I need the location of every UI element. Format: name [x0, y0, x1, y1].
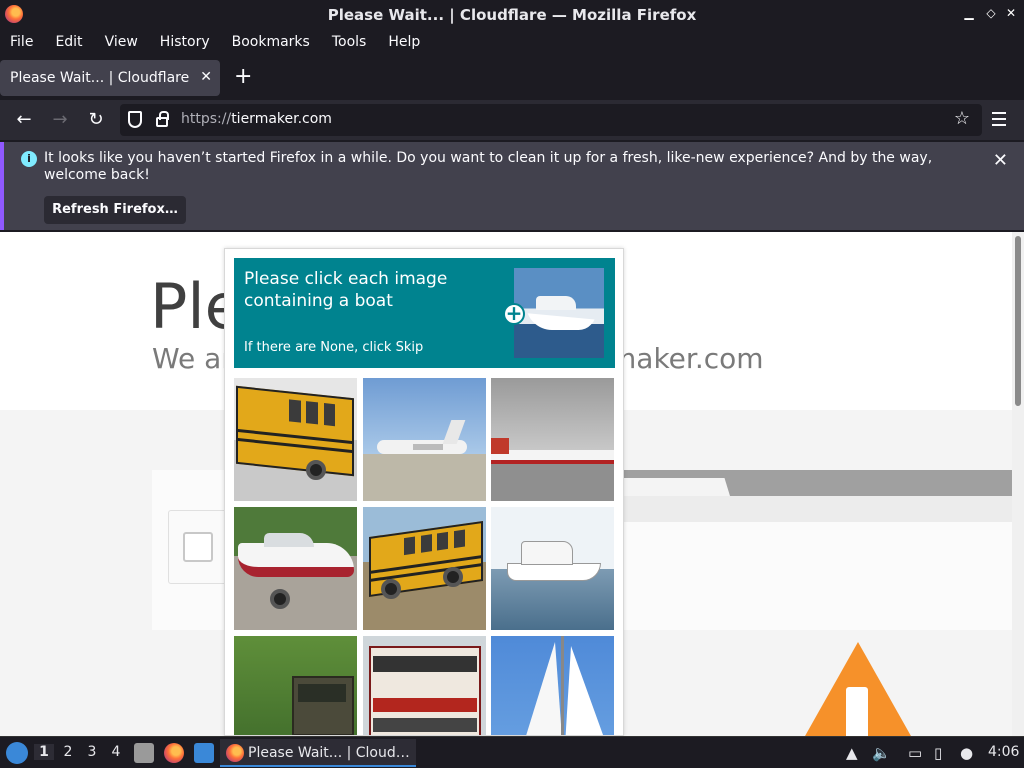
tab-cloudflare[interactable]: Please Wait... | Cloudflare ✕	[0, 60, 220, 96]
workspace-4[interactable]: 4	[106, 744, 126, 760]
close-icon[interactable]: ✕	[1004, 6, 1018, 20]
captcha-tile-1[interactable]	[234, 378, 357, 501]
minimize-icon[interactable]: ▁	[962, 6, 976, 20]
clock: 4:06	[988, 744, 1020, 760]
volume-icon[interactable]: 🔈	[872, 744, 891, 762]
reload-icon[interactable]: ↻	[84, 108, 108, 132]
task-label: Please Wait... | Cloud…	[248, 745, 410, 761]
firefox-task-icon	[226, 744, 244, 762]
captcha-tile-8[interactable]	[363, 636, 486, 735]
notifications-icon[interactable]: ●	[960, 744, 973, 762]
tracking-protection-icon[interactable]	[128, 111, 142, 128]
menu-tools[interactable]: Tools	[332, 34, 367, 50]
maximize-icon[interactable]: ◇	[984, 6, 998, 20]
captcha-tile-7[interactable]	[234, 636, 357, 735]
bookmark-star-icon[interactable]: ☆	[954, 108, 970, 129]
network-icon[interactable]: ▭	[908, 744, 922, 762]
taskbar-firefox-window[interactable]: Please Wait... | Cloud…	[220, 739, 416, 767]
captcha-checkbox[interactable]	[183, 532, 213, 562]
nav-bar: ← → ↻ https://tiermaker.com ☆	[0, 100, 1024, 140]
scrollbar-thumb[interactable]	[1015, 236, 1021, 406]
menu-history[interactable]: History	[160, 34, 210, 50]
tab-strip: Please Wait... | Cloudflare ✕ +	[0, 56, 1024, 100]
file-manager-icon[interactable]	[134, 743, 154, 763]
warning-exclamation-mark	[846, 687, 868, 736]
menu-help[interactable]: Help	[388, 34, 420, 50]
workspace-2[interactable]: 2	[58, 744, 78, 760]
info-icon: i	[21, 151, 37, 167]
window-title: Please Wait... | Cloudflare — Mozilla Fi…	[327, 6, 697, 24]
captcha-prompt: Please click each image containing a boa…	[244, 269, 448, 311]
url-host: tiermaker.com	[231, 111, 332, 127]
boat-cabin	[536, 296, 576, 310]
updates-icon[interactable]: ▲	[846, 744, 858, 762]
refresh-notification-bar: i It looks like you haven’t started Fire…	[0, 142, 1024, 230]
captcha-challenge: Please click each image containing a boa…	[224, 248, 624, 736]
add-example-icon[interactable]: +	[503, 303, 525, 325]
firefox-launcher-icon[interactable]	[164, 743, 184, 763]
notification-message: It looks like you haven’t started Firefo…	[44, 150, 933, 183]
captcha-example-image	[514, 268, 604, 358]
window-titlebar: Please Wait... | Cloudflare — Mozilla Fi…	[0, 0, 1024, 30]
app-menu-icon[interactable]	[992, 112, 1006, 130]
menu-view[interactable]: View	[105, 34, 138, 50]
captcha-tile-5[interactable]	[363, 507, 486, 630]
tab-label: Please Wait... | Cloudflare	[10, 70, 190, 86]
challenge-card-tab	[620, 478, 730, 496]
menu-file[interactable]: File	[10, 34, 33, 50]
menu-bookmarks[interactable]: Bookmarks	[232, 34, 310, 50]
menu-bar: File Edit View History Bookmarks Tools H…	[0, 30, 1024, 54]
url-bar[interactable]: https://tiermaker.com ☆	[120, 104, 982, 136]
captcha-tile-3[interactable]	[491, 378, 614, 501]
notification-close-icon[interactable]: ✕	[993, 150, 1008, 171]
captcha-tile-4[interactable]	[234, 507, 357, 630]
workspace-3[interactable]: 3	[82, 744, 102, 760]
captcha-tile-2[interactable]	[363, 378, 486, 501]
page-subtitle: We ar rmaker.com	[152, 342, 764, 375]
desktop-icon[interactable]	[194, 743, 214, 763]
url-text[interactable]: https://tiermaker.com	[181, 111, 332, 127]
page-scrollbar[interactable]	[1012, 232, 1024, 736]
challenge-card-divider	[620, 496, 1012, 522]
refresh-firefox-button[interactable]: Refresh Firefox…	[44, 196, 186, 224]
back-icon[interactable]: ←	[12, 108, 36, 132]
captcha-tile-9[interactable]	[491, 636, 614, 735]
start-menu-icon[interactable]	[6, 742, 28, 764]
clipboard-icon[interactable]: ▯	[934, 744, 942, 762]
workspace-1[interactable]: 1	[34, 744, 54, 760]
menu-edit[interactable]: Edit	[55, 34, 82, 50]
lock-icon[interactable]	[156, 111, 169, 127]
page-subtitle-left: We ar	[152, 342, 233, 375]
firefox-logo-icon	[5, 5, 23, 23]
new-tab-icon[interactable]: +	[234, 66, 252, 88]
captcha-hint: If there are None, click Skip	[244, 340, 424, 355]
url-scheme: https://	[181, 111, 232, 127]
taskbar: 1 2 3 4 Please Wait... | Cloud… ▲ 🔈 ▭ ▯ …	[0, 736, 1024, 768]
forward-icon[interactable]: →	[48, 108, 72, 132]
tab-close-icon[interactable]: ✕	[200, 69, 212, 85]
captcha-prompt-header: Please click each image containing a boa…	[234, 258, 615, 368]
captcha-tile-6[interactable]	[491, 507, 614, 630]
